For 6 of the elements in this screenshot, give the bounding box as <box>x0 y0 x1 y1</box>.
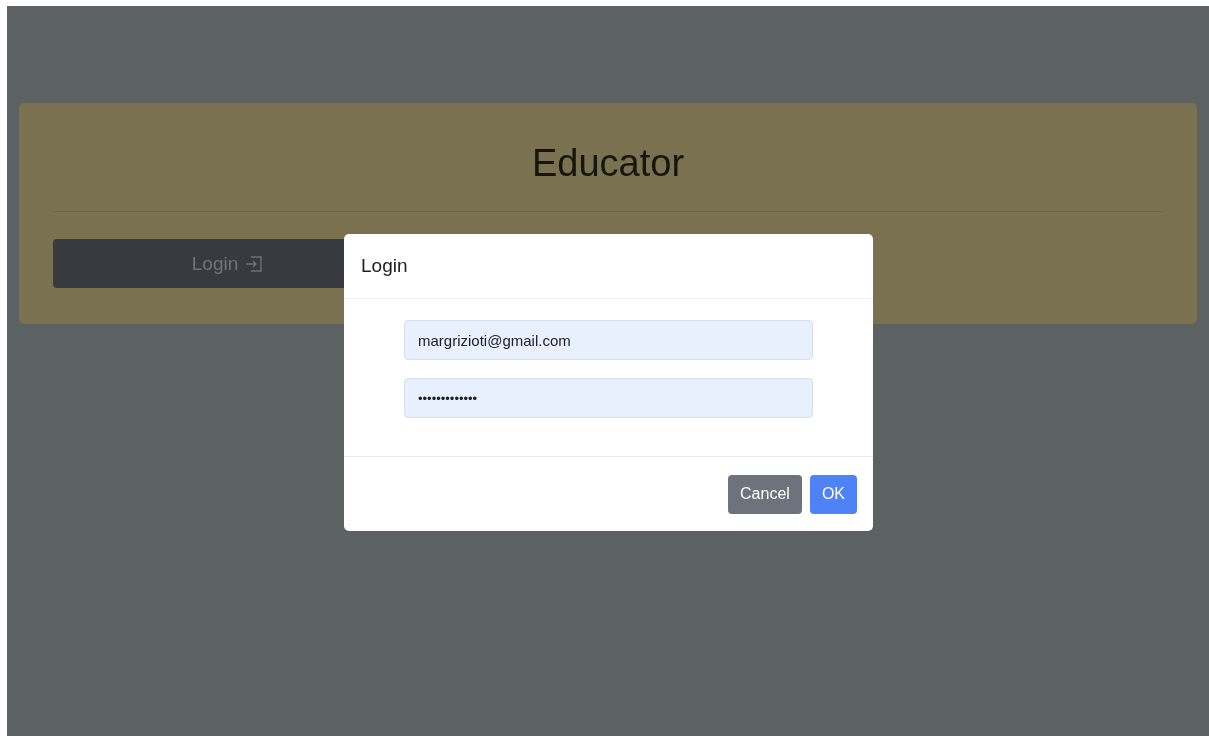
email-field[interactable]: margrizioti@gmail.com <box>404 320 813 360</box>
page-title: Educator <box>530 141 686 186</box>
ok-button[interactable]: OK <box>809 474 857 514</box>
cancel-button[interactable]: Cancel <box>728 474 802 514</box>
password-field[interactable]: ••••••••••••• <box>404 378 813 418</box>
enter-icon <box>244 253 265 274</box>
